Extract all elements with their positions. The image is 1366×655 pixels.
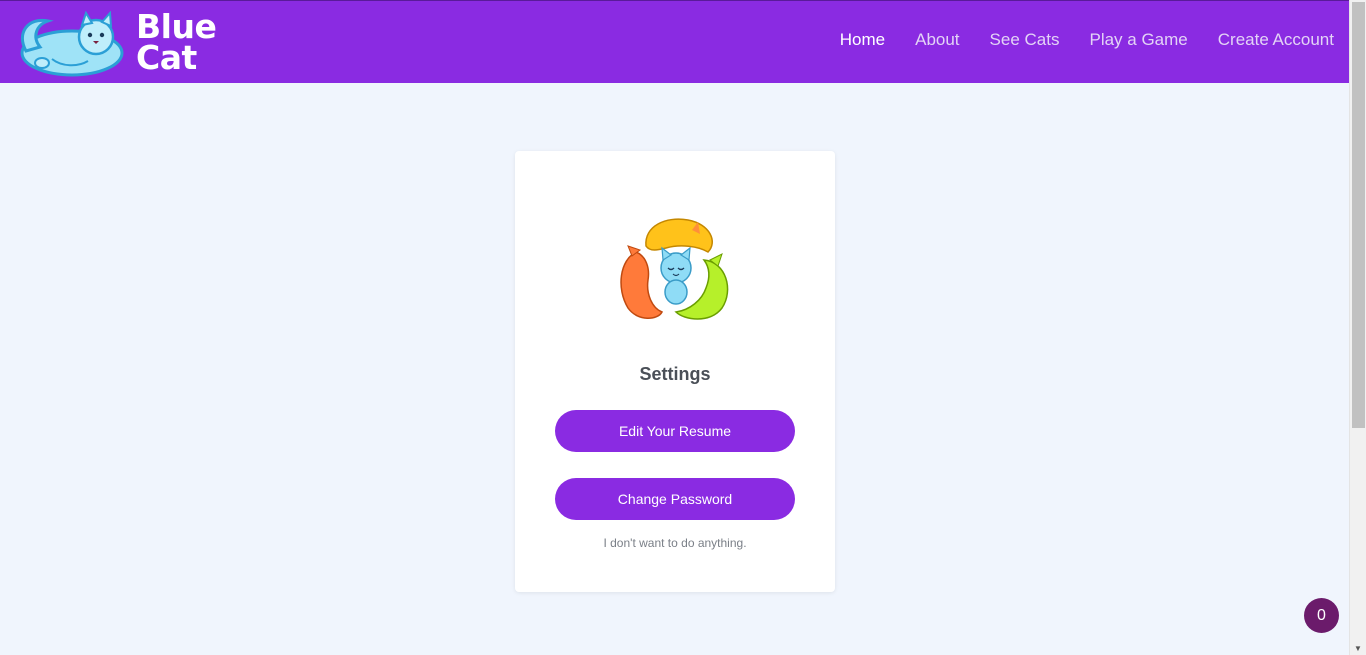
scrollbar-thumb[interactable] <box>1352 2 1365 428</box>
settings-card: Settings Edit Your Resume Change Passwor… <box>515 151 835 592</box>
brand-wordmark: Blue Cat <box>136 10 217 77</box>
nav-home-link[interactable]: Home <box>840 30 885 50</box>
nav-create-account-link[interactable]: Create Account <box>1218 30 1334 50</box>
vertical-scrollbar[interactable]: ▼ <box>1349 0 1366 655</box>
nav-see-cats-link[interactable]: See Cats <box>990 30 1060 50</box>
edit-resume-button[interactable]: Edit Your Resume <box>555 410 795 452</box>
change-password-button[interactable]: Change Password <box>555 478 795 520</box>
notification-count-badge[interactable]: 0 <box>1304 598 1339 633</box>
brand-logo[interactable]: Blue Cat <box>12 10 222 77</box>
nav-play-game-link[interactable]: Play a Game <box>1089 30 1187 50</box>
main-nav: Home About See Cats Play a Game Create A… <box>840 30 1334 50</box>
skip-settings-link[interactable]: I don't want to do anything. <box>515 536 835 550</box>
scroll-down-arrow-icon[interactable]: ▼ <box>1354 644 1362 653</box>
settings-title: Settings <box>639 364 711 384</box>
cats-illustration-icon <box>620 218 729 320</box>
blue-cat-logo-icon <box>20 11 124 77</box>
nav-about-link[interactable]: About <box>915 30 959 50</box>
brand-line-2: Cat <box>136 38 197 77</box>
top-navbar: Blue Cat Home About See Cats Play a Game… <box>0 0 1349 83</box>
